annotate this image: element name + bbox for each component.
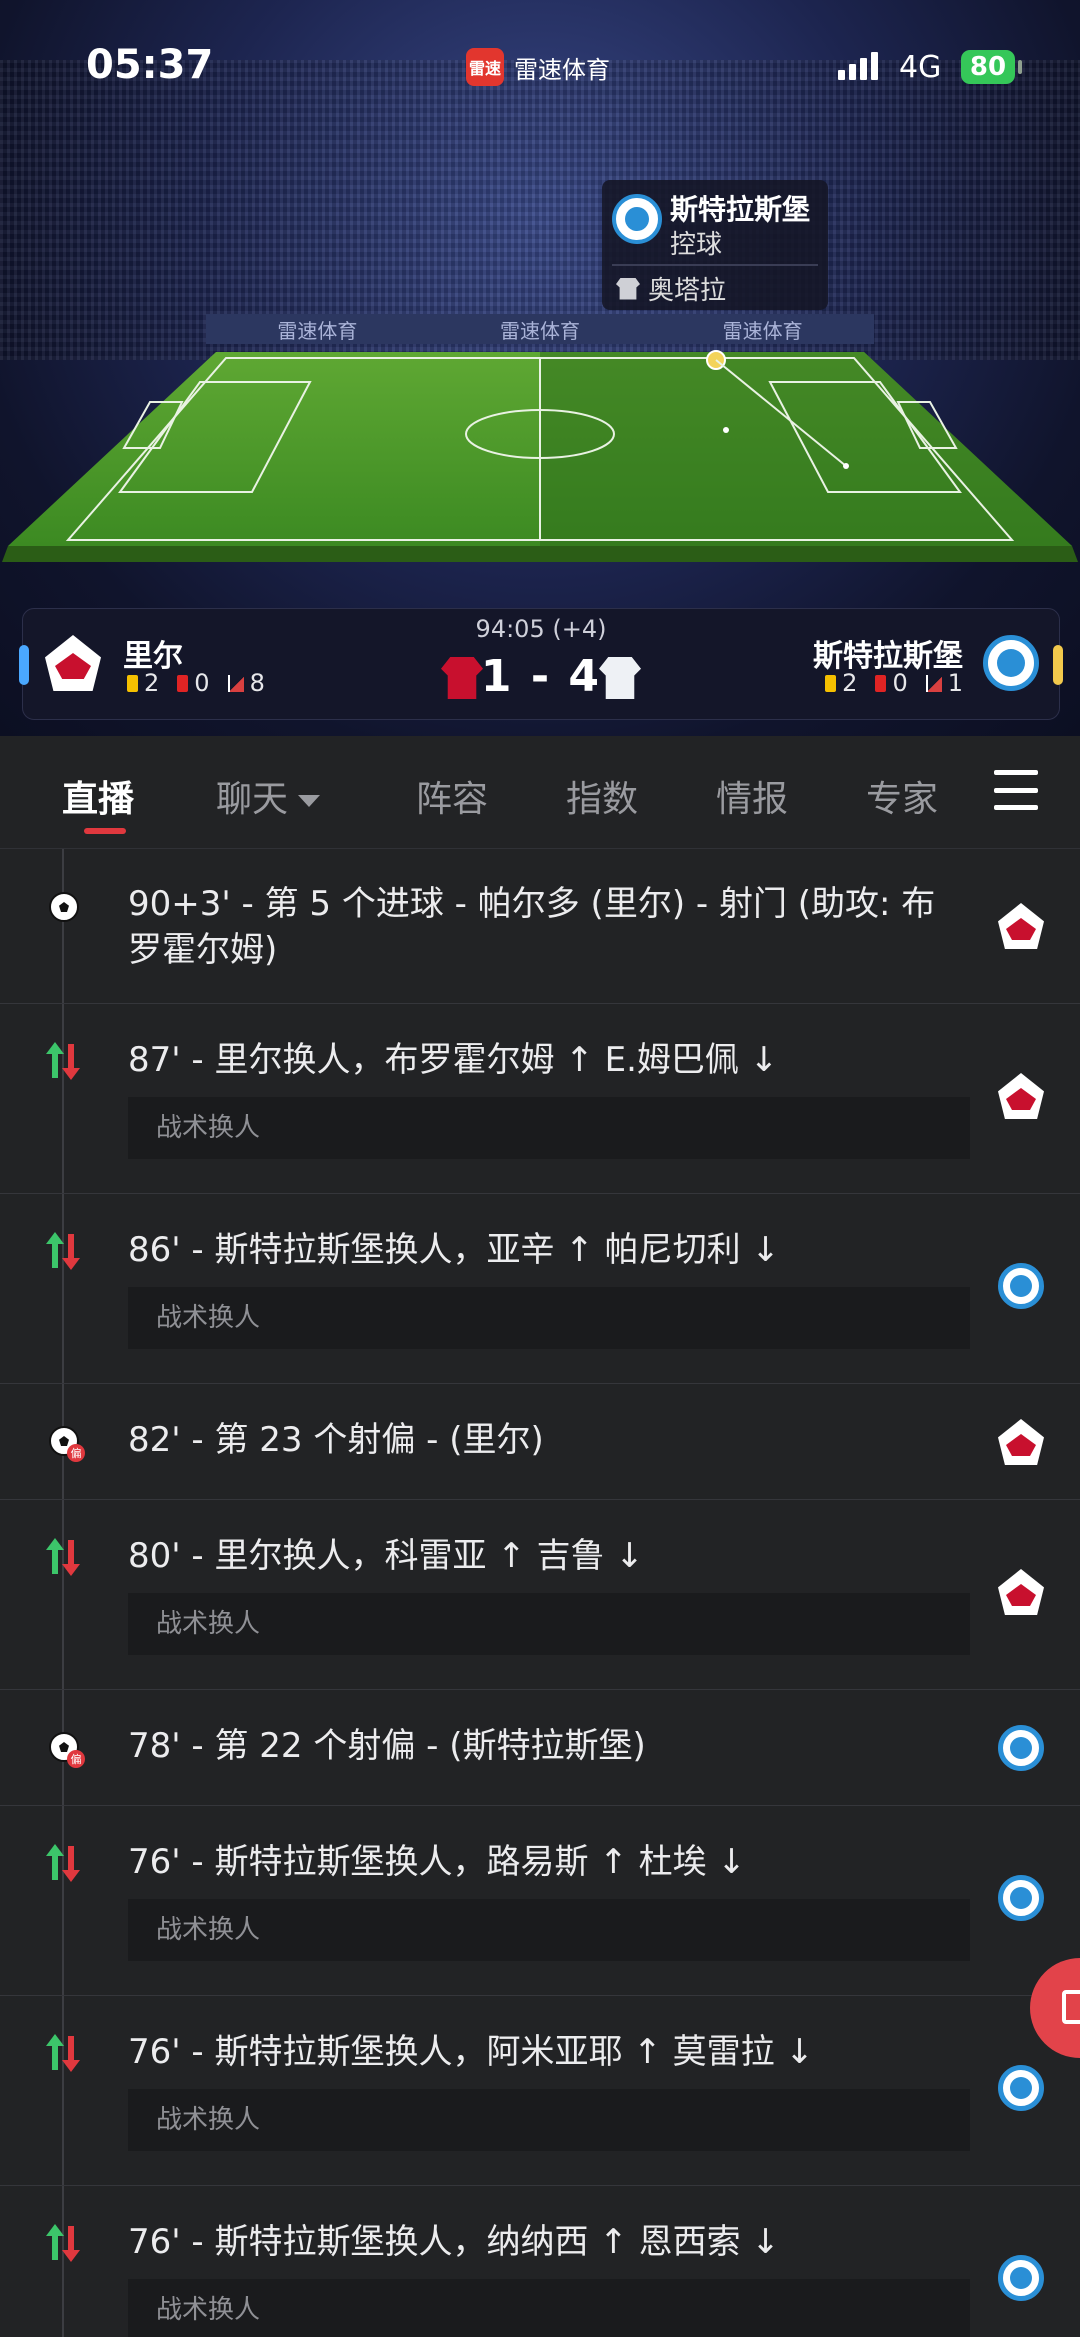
- tab-bar: 直播 聊天 阵容 指数 情报 专家: [0, 736, 1080, 849]
- event-row[interactable]: 76' - 斯特拉斯堡换人，路易斯 ↑ 杜埃 ↓ 战术换人: [0, 1805, 1080, 1996]
- red-card-icon: [875, 674, 887, 692]
- event-note: 战术换人: [128, 1593, 970, 1655]
- tab-chat-label: 聊天: [216, 779, 289, 820]
- event-row[interactable]: 76' - 斯特拉斯堡换人，纳纳西 ↑ 恩西索 ↓ 战术换人: [0, 2185, 1080, 2337]
- event-row[interactable]: 87' - 里尔换人，布罗霍尔姆 ↑ E.姆巴佩 ↓ 战术换人: [0, 1003, 1080, 1194]
- match-animation-panel: 05:37 雷速 雷速体育 4G 80 雷速体育 雷速体育 雷速体育 斯特拉斯堡…: [0, 0, 1080, 736]
- tab-active-indicator: [84, 828, 126, 834]
- event-note: 战术换人: [128, 2089, 970, 2151]
- lille-crest-icon: [998, 1419, 1044, 1465]
- event-row[interactable]: 90+3' - 第 5 个进球 - 帕尔多 (里尔) - 射门 (助攻: 布罗霍…: [0, 849, 1080, 1004]
- event-note: 战术换人: [128, 1287, 970, 1349]
- lille-crest-icon: [998, 1073, 1044, 1119]
- lille-crest-icon: [998, 1569, 1044, 1615]
- substitution-icon: [44, 2223, 84, 2263]
- event-note: 战术换人: [128, 1097, 970, 1159]
- pitch: 雷速体育 雷速体育 雷速体育: [0, 300, 1080, 580]
- strasbourg-crest-icon: [998, 2065, 1044, 2111]
- possession-popup: 斯特拉斯堡 控球 奥塔拉: [602, 180, 828, 310]
- substitution-icon: [44, 2033, 84, 2073]
- network-type: 4G: [899, 50, 942, 85]
- lille-crest-icon: [998, 903, 1044, 949]
- event-text: 78' - 第 22 个射偏 - (斯特拉斯堡): [128, 1726, 646, 1766]
- away-yellow: 2: [842, 669, 858, 697]
- possession-player: 奥塔拉: [648, 276, 727, 306]
- status-bar: 05:37 雷速 雷速体育 4G 80: [0, 0, 1080, 120]
- strasbourg-crest-icon: [983, 635, 1039, 691]
- tab-expert[interactable]: 专家: [866, 770, 938, 822]
- event-row[interactable]: 80' - 里尔换人，科雷亚 ↑ 吉鲁 ↓ 战术换人: [0, 1499, 1080, 1690]
- corner-flag-icon: [925, 674, 942, 692]
- tab-live[interactable]: 直播: [62, 770, 134, 822]
- strasbourg-crest-icon: [998, 1263, 1044, 1309]
- shot-missed-icon: [44, 1727, 85, 1768]
- pitch-graphic: [2, 350, 1078, 562]
- live-event-feed: 90+3' - 第 5 个进球 - 帕尔多 (里尔) - 射门 (助攻: 布罗霍…: [0, 849, 1080, 2337]
- app-brand: 雷速 雷速体育: [466, 48, 610, 86]
- event-row[interactable]: 78' - 第 22 个射偏 - (斯特拉斯堡): [0, 1689, 1080, 1806]
- substitution-icon: [44, 1843, 84, 1883]
- yellow-card-icon: [825, 674, 837, 692]
- battery-icon: 80: [961, 50, 1015, 84]
- app-logo: 雷速: [466, 48, 504, 86]
- goal-icon: [44, 887, 84, 927]
- tab-odds[interactable]: 指数: [566, 770, 638, 822]
- tab-chat[interactable]: 聊天: [216, 770, 321, 822]
- strasbourg-crest-icon: [998, 1725, 1044, 1771]
- possession-label: 控球: [670, 230, 723, 260]
- event-text: 76' - 斯特拉斯堡换人，路易斯 ↑ 杜埃 ↓: [128, 1842, 746, 1882]
- shot-missed-icon: [44, 1421, 85, 1462]
- event-note: 战术换人: [128, 2279, 970, 2337]
- substitution-icon: [44, 1231, 84, 1271]
- event-text: 90+3' - 第 5 个进球 - 帕尔多 (里尔) - 射门 (助攻: 布罗霍…: [128, 884, 936, 970]
- tab-intel[interactable]: 情报: [716, 770, 788, 822]
- possession-player-row: 奥塔拉: [616, 270, 726, 307]
- event-text: 80' - 里尔换人，科雷亚 ↑ 吉鲁 ↓: [128, 1536, 644, 1576]
- app-name: 雷速体育: [514, 55, 610, 84]
- event-text: 87' - 里尔换人，布罗霍尔姆 ↑ E.姆巴佩 ↓: [128, 1040, 779, 1080]
- event-text: 76' - 斯特拉斯堡换人，阿米亚耶 ↑ 莫雷拉 ↓: [128, 2032, 814, 2072]
- event-row[interactable]: 82' - 第 23 个射偏 - (里尔): [0, 1383, 1080, 1500]
- event-row[interactable]: 86' - 斯特拉斯堡换人，亚辛 ↑ 帕尼切利 ↓ 战术换人: [0, 1193, 1080, 1384]
- event-text: 86' - 斯特拉斯堡换人，亚辛 ↑ 帕尼切利 ↓: [128, 1230, 780, 1270]
- status-time: 05:37: [86, 42, 214, 88]
- substitution-icon: [44, 1041, 84, 1081]
- scoreboard[interactable]: 里尔 2 0 8 94:05 (+4) 1 - 4 斯特拉斯堡 2 0 1: [19, 608, 1063, 720]
- away-stats: 2 0 1: [825, 669, 963, 697]
- event-note: 战术换人: [128, 1899, 970, 1961]
- signal-icon: [838, 52, 878, 80]
- possession-team: 斯特拉斯堡: [670, 193, 811, 226]
- tab-lineup[interactable]: 阵容: [416, 770, 488, 822]
- strasbourg-crest-icon: [998, 1875, 1044, 1921]
- battery-tip: [1018, 60, 1022, 74]
- away-red: 0: [892, 669, 908, 697]
- away-corners: 1: [947, 669, 963, 697]
- substitution-icon: [44, 1537, 84, 1577]
- strasbourg-crest-icon: [612, 194, 662, 244]
- event-text: 82' - 第 23 个射偏 - (里尔): [128, 1420, 544, 1460]
- away-side-indicator: [1053, 645, 1063, 685]
- shirt-icon: [616, 277, 640, 300]
- event-text: 76' - 斯特拉斯堡换人，纳纳西 ↑ 恩西索 ↓: [128, 2222, 780, 2262]
- menu-icon[interactable]: [994, 770, 1038, 810]
- strasbourg-crest-icon: [998, 2255, 1044, 2301]
- event-row[interactable]: 76' - 斯特拉斯堡换人，阿米亚耶 ↑ 莫雷拉 ↓ 战术换人: [0, 1995, 1080, 2186]
- chevron-down-icon: [298, 795, 321, 807]
- divider: [612, 264, 818, 266]
